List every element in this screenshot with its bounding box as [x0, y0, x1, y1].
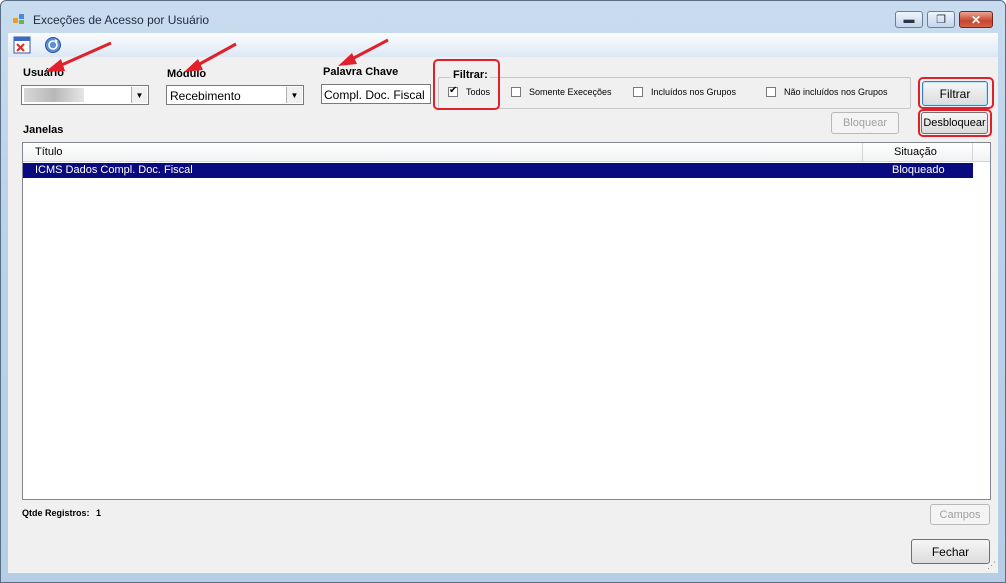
red-arrow-icon	[338, 38, 389, 66]
close-button[interactable]: ✕	[959, 11, 993, 28]
minimize-button[interactable]: ▬	[895, 11, 923, 28]
form-body: Usuário ▼ Módulo Recebimento ▼ Palavra C…	[8, 57, 998, 573]
filter-incluidos-label: Incluídos nos Grupos	[651, 87, 737, 97]
fechar-button[interactable]: Fechar	[911, 539, 990, 564]
janelas-grid[interactable]: Título Situação ICMS Dados Compl. Doc. F…	[22, 142, 991, 500]
cell-titulo: ICMS Dados Compl. Doc. Fiscal	[35, 164, 193, 176]
filter-somente-excecoes[interactable]: Somente Execeções	[511, 87, 612, 97]
cell-situacao: Bloqueado	[892, 164, 945, 176]
grid-header: Título Situação	[23, 143, 990, 162]
main-window: Exceções de Acesso por Usuário ▬ ❐ ✕ Usu…	[0, 0, 1006, 583]
filter-nao-incluidos[interactable]: Não incluídos nos Grupos	[766, 87, 888, 97]
resize-grip-icon[interactable]: ⋰	[987, 560, 996, 571]
red-arrow-icon	[45, 41, 112, 72]
toolbar	[8, 33, 998, 58]
janelas-label: Janelas	[23, 124, 64, 136]
checkbox-icon[interactable]	[511, 87, 521, 97]
highlight-filtrar	[433, 59, 500, 110]
red-arrow-icon	[184, 42, 237, 72]
filter-nao-incluidos-label: Não incluídos nos Grupos	[784, 87, 888, 97]
close-form-icon[interactable]	[13, 36, 31, 54]
filter-incluidos[interactable]: Incluídos nos Grupos	[633, 87, 736, 97]
window-title: Exceções de Acesso por Usuário	[33, 13, 210, 27]
column-titulo[interactable]: Título	[35, 146, 63, 158]
modulo-combo[interactable]: Recebimento ▼	[166, 85, 304, 105]
column-separator[interactable]	[862, 143, 863, 161]
app-icon	[13, 14, 24, 24]
column-separator[interactable]	[972, 143, 973, 161]
usuario-redacted	[24, 88, 84, 102]
bloquear-button[interactable]: Bloquear	[831, 112, 899, 134]
checkbox-icon[interactable]	[633, 87, 643, 97]
qtde-registros-label: Qtde Registros:	[22, 508, 90, 518]
column-situacao[interactable]: Situação	[894, 146, 937, 158]
chevron-down-icon[interactable]: ▼	[286, 87, 302, 103]
title-bar[interactable]: Exceções de Acesso por Usuário ▬ ❐ ✕	[1, 1, 1005, 33]
qtde-registros-value: 1	[96, 508, 102, 518]
modulo-value: Recebimento	[170, 89, 241, 103]
chevron-down-icon[interactable]: ▼	[131, 87, 147, 103]
qtde-registros: Qtde Registros: 1	[22, 508, 101, 518]
usuario-combo[interactable]: ▼	[21, 85, 149, 105]
checkbox-icon[interactable]	[766, 87, 776, 97]
highlight-desbloquear	[918, 109, 992, 137]
campos-button[interactable]: Campos	[930, 504, 990, 525]
palavra-chave-input[interactable]: Compl. Doc. Fiscal	[321, 84, 431, 104]
table-row[interactable]: ICMS Dados Compl. Doc. Fiscal Bloqueado	[23, 163, 973, 178]
highlight-filtrar-button	[918, 77, 994, 109]
filter-somente-excecoes-label: Somente Execeções	[529, 87, 612, 97]
maximize-button[interactable]: ❐	[927, 11, 955, 28]
